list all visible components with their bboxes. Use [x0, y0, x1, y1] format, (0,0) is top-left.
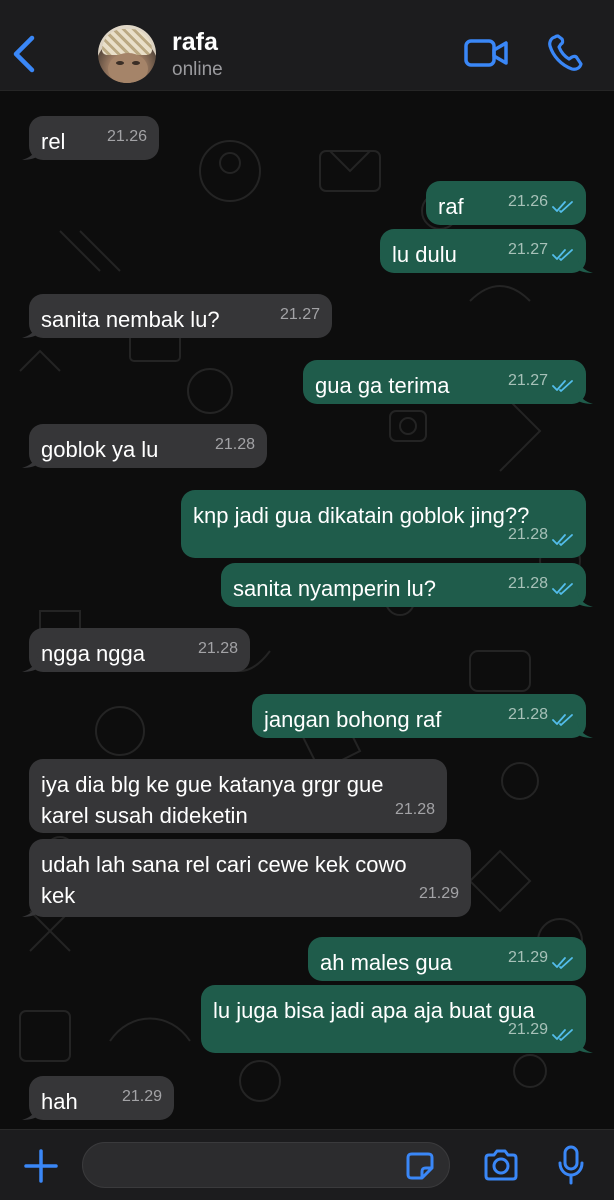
message-time: 21.27 — [279, 306, 320, 323]
message-time: 21.28 — [507, 706, 548, 723]
message-time: 21.26 — [507, 193, 548, 210]
message-text: goblok ya lu — [41, 437, 159, 462]
outgoing-message[interactable]: raf 21.26 — [426, 181, 586, 225]
plus-icon[interactable] — [22, 1147, 60, 1185]
read-receipt-icon — [552, 534, 573, 546]
bubble-tail — [22, 1104, 38, 1120]
avatar[interactable] — [98, 25, 156, 83]
message-time: 21.28 — [214, 436, 255, 453]
message-time: 21.29 — [121, 1088, 162, 1105]
message-time: 21.28 — [507, 526, 548, 543]
incoming-message[interactable]: goblok ya lu 21.28 — [22, 424, 267, 468]
message-time: 21.29 — [507, 1021, 548, 1038]
sticker-icon[interactable] — [404, 1150, 436, 1182]
bubble-tail — [577, 722, 593, 738]
bubble-tail — [577, 388, 593, 404]
message-time: 21.27 — [507, 372, 548, 389]
camera-icon[interactable] — [482, 1148, 520, 1182]
chevron-left-icon[interactable] — [10, 34, 40, 74]
outgoing-message[interactable]: gua ga terima 21.27 — [303, 360, 593, 404]
chat-screen: rafa online rel 21.26 raf 21.26 lu dulu … — [0, 0, 614, 1200]
message-time: 21.28 — [507, 575, 548, 592]
read-receipt-icon — [552, 380, 573, 392]
bubble-tail — [577, 1037, 593, 1053]
bubble-tail — [22, 656, 38, 672]
bubble-tail — [22, 322, 38, 338]
message-text: lu dulu — [392, 242, 457, 267]
contact-name[interactable]: rafa — [172, 28, 218, 57]
bubble-tail — [22, 144, 38, 160]
video-camera-icon[interactable] — [463, 36, 509, 70]
outgoing-message[interactable]: jangan bohong raf 21.28 — [252, 694, 593, 738]
read-receipt-icon — [552, 201, 573, 213]
message-list[interactable]: rel 21.26 raf 21.26 lu dulu 21.27 sanita nemba… — [0, 91, 614, 1129]
message-time: 21.29 — [418, 885, 459, 902]
incoming-message[interactable]: udah lah sana rel cari cewe kek cowo kek… — [22, 839, 471, 917]
outgoing-message[interactable]: ah males gua 21.29 — [308, 937, 586, 981]
microphone-icon[interactable] — [557, 1144, 585, 1186]
message-text: jangan bohong raf — [264, 707, 442, 732]
read-receipt-icon — [552, 1029, 573, 1041]
message-text: sanita nyamperin lu? — [233, 576, 437, 601]
message-time: 21.28 — [394, 801, 435, 818]
message-text: udah lah sana rel cari cewe kek cowo kek — [41, 852, 407, 908]
read-receipt-icon — [552, 957, 573, 969]
message-text: ngga ngga — [41, 641, 145, 666]
contact-status: online — [172, 59, 223, 80]
outgoing-message[interactable]: knp jadi gua dikatain goblok jing?? 21.28 — [181, 490, 586, 558]
bubble-tail — [22, 452, 38, 468]
message-text: raf — [438, 194, 464, 219]
bubble-tail — [577, 257, 593, 273]
message-text: iya dia blg ke gue katanya grgr gue kare… — [41, 772, 384, 828]
message-time: 21.27 — [507, 241, 548, 258]
incoming-message[interactable]: rel 21.26 — [22, 116, 159, 160]
message-composer — [0, 1129, 614, 1200]
message-text: gua ga terima — [315, 373, 450, 398]
incoming-message[interactable]: hah 21.29 — [22, 1076, 174, 1120]
message-text: lu juga bisa jadi apa aja buat gua — [213, 998, 535, 1023]
phone-icon[interactable] — [547, 34, 583, 72]
message-time: 21.28 — [197, 640, 238, 657]
message-text: ah males gua — [320, 950, 453, 975]
bubble-tail — [22, 901, 38, 917]
chat-header: rafa online — [0, 0, 614, 91]
outgoing-message[interactable]: lu dulu 21.27 — [380, 229, 593, 273]
read-receipt-icon — [552, 249, 573, 261]
message-text: sanita nembak lu? — [41, 307, 220, 332]
message-time: 21.26 — [106, 128, 147, 145]
outgoing-message[interactable]: sanita nyamperin lu? 21.28 — [221, 563, 593, 607]
outgoing-message[interactable]: lu juga bisa jadi apa aja buat gua 21.29 — [201, 985, 593, 1053]
incoming-message[interactable]: sanita nembak lu? 21.27 — [22, 294, 332, 338]
bubble-tail — [577, 591, 593, 607]
message-text: hah — [41, 1089, 78, 1114]
message-time: 21.29 — [507, 949, 548, 966]
message-text: rel — [41, 129, 66, 154]
message-text: knp jadi gua dikatain goblok jing?? — [193, 503, 530, 528]
read-receipt-icon — [552, 583, 573, 595]
incoming-message[interactable]: iya dia blg ke gue katanya grgr gue kare… — [29, 759, 447, 833]
incoming-message[interactable]: ngga ngga 21.28 — [22, 628, 250, 672]
message-input[interactable] — [82, 1142, 450, 1188]
read-receipt-icon — [552, 714, 573, 726]
